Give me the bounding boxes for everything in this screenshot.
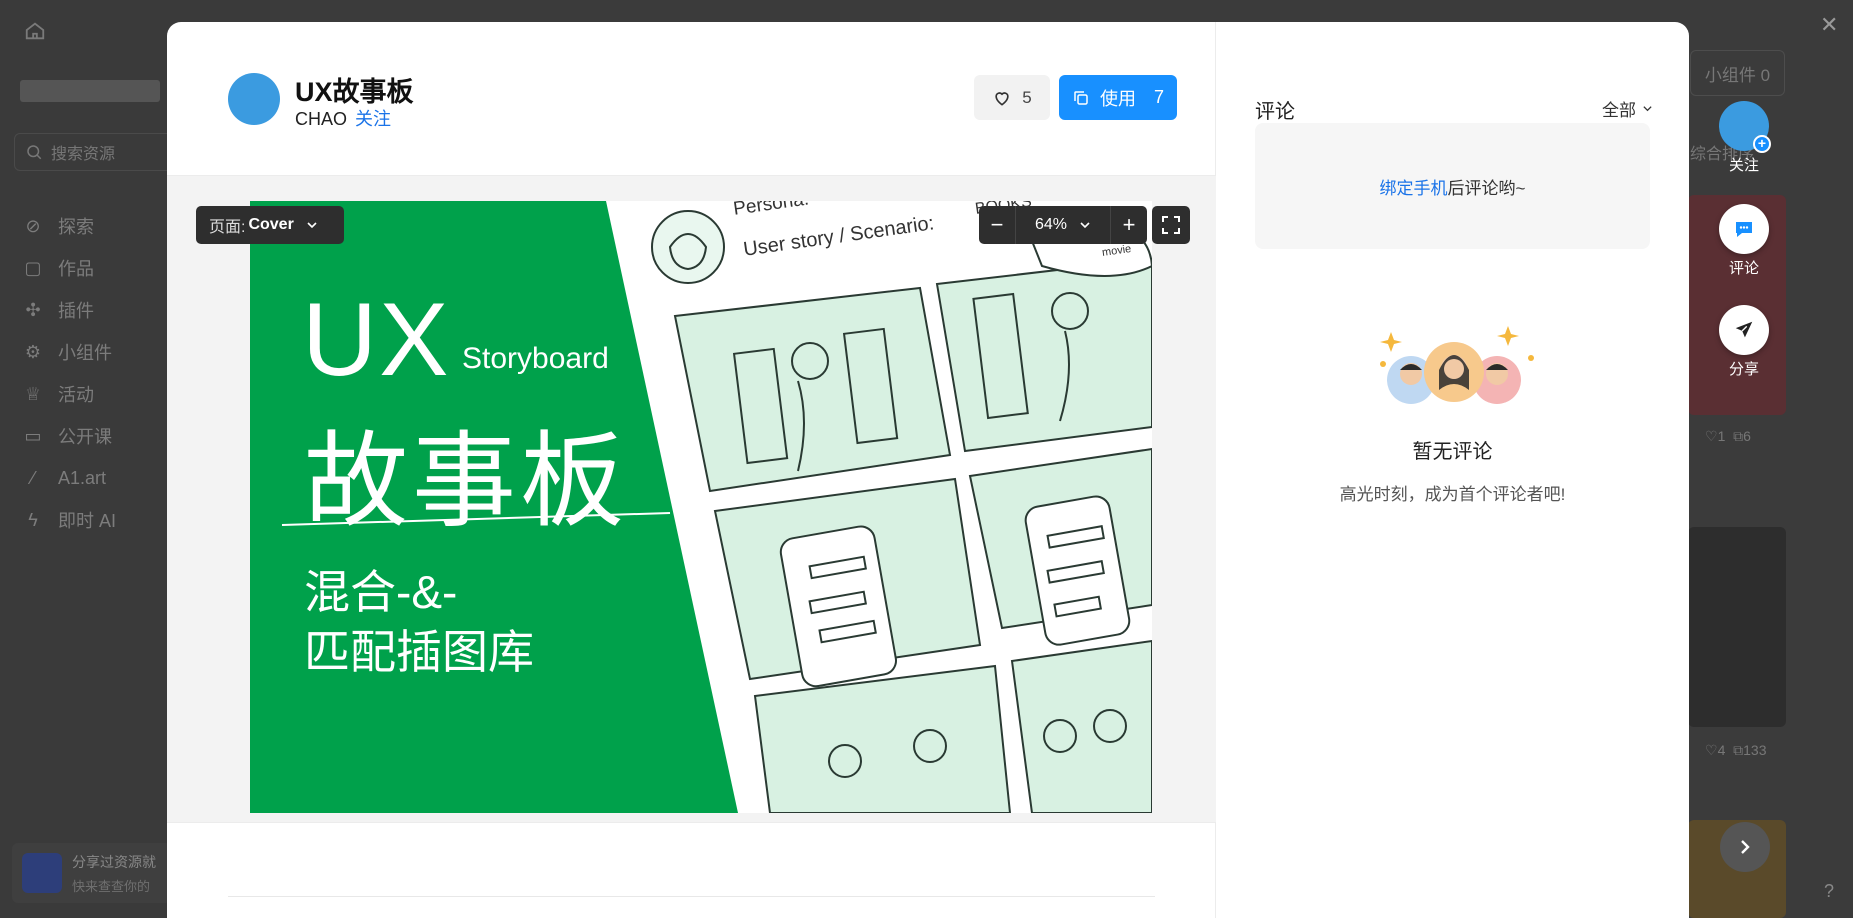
empty-comments-subtitle: 高光时刻，成为首个评论者吧! bbox=[1339, 485, 1566, 504]
puzzle-icon: ✣ bbox=[25, 299, 41, 320]
copy-icon bbox=[1074, 90, 1088, 105]
author-name[interactable]: CHAO bbox=[295, 109, 347, 129]
page-title: UX故事板 bbox=[295, 77, 414, 107]
background-thumbnail[interactable] bbox=[1688, 527, 1786, 727]
next-resource-button[interactable] bbox=[1720, 822, 1770, 872]
zoom-out-button[interactable]: − bbox=[979, 206, 1015, 244]
use-label: 使用 bbox=[1099, 88, 1136, 109]
cover-line-1: 混合-&- bbox=[304, 566, 458, 618]
preview-area: UX Storyboard 故事板 混合-&- 匹配插图库 Persona: U… bbox=[167, 175, 1216, 823]
empty-comments-title: 暂无评论 bbox=[1412, 441, 1493, 463]
nav-label: 探索 bbox=[58, 217, 94, 237]
comments-filter[interactable]: 全部 bbox=[1602, 96, 1653, 121]
help-icon[interactable]: ? bbox=[1814, 876, 1844, 906]
nav-item-events[interactable]: ♕ 活动 bbox=[22, 373, 116, 415]
nav-label: 插件 bbox=[58, 301, 94, 321]
nav-item-plugins[interactable]: ✣ 插件 bbox=[22, 289, 116, 331]
cover-title-cn: 故事板 bbox=[304, 424, 629, 540]
empty-comments-illustration bbox=[1380, 326, 1534, 404]
comment-label: 评论 bbox=[1728, 260, 1759, 277]
nav-label: 即时 AI bbox=[58, 511, 117, 531]
expand-icon bbox=[1162, 216, 1180, 234]
divider bbox=[228, 896, 1155, 897]
planet-icon: ⊘ bbox=[25, 215, 41, 236]
nav-item-works[interactable]: ▢ 作品 bbox=[22, 247, 116, 289]
search-placeholder: 搜索资源 bbox=[51, 146, 116, 163]
cover-title-en: UX bbox=[302, 282, 451, 398]
page-selector-prefix: 页面: bbox=[209, 219, 246, 236]
zoom-in-button[interactable]: + bbox=[1111, 206, 1147, 244]
nav-item-instant-ai[interactable]: ϟ 即时 AI bbox=[22, 499, 116, 541]
user-name-placeholder bbox=[20, 80, 160, 102]
comments-panel: 评论 全部 绑定手机 后评论哟~ 暂无评论 高光时刻，成为首个评论者吧! bbox=[1216, 22, 1689, 918]
banner-subtitle: 快来查查你的 bbox=[72, 878, 151, 894]
nav-label: A1.art bbox=[58, 467, 107, 488]
book-icon: ▭ bbox=[24, 425, 42, 446]
background-card-stats: ♡1 ⧉6 bbox=[1705, 428, 1751, 444]
page-selector[interactable]: 页面: Cover bbox=[196, 206, 344, 244]
nav-item-courses[interactable]: ▭ 公开课 bbox=[22, 415, 116, 457]
avatar: + bbox=[1719, 101, 1771, 153]
fullscreen-button[interactable] bbox=[1152, 206, 1190, 244]
nav-label: 作品 bbox=[58, 259, 94, 279]
share-button[interactable]: 分享 bbox=[1718, 305, 1770, 379]
plus-icon: + bbox=[1753, 135, 1771, 153]
like-button[interactable]: 5 bbox=[974, 75, 1050, 120]
comments-title: 评论 bbox=[1255, 101, 1295, 123]
chevron-down-icon bbox=[307, 222, 317, 229]
nav-item-a1art[interactable]: ⁄ A1.art bbox=[22, 457, 116, 499]
chevron-down-icon bbox=[1643, 106, 1652, 112]
nav-label: 小组件 bbox=[58, 343, 112, 363]
use-button[interactable]: 使用 7 bbox=[1059, 75, 1177, 120]
resource-detail-modal: UX故事板 CHAO 关注 5 使用 7 UX Storyboard 故事板 混… bbox=[167, 22, 1689, 918]
zoom-level: 64% bbox=[1034, 216, 1068, 233]
author-line: CHAO 关注 bbox=[295, 105, 391, 131]
follow-author-button[interactable]: + 关注 bbox=[1718, 101, 1771, 175]
cover-image: UX Storyboard 故事板 混合-&- 匹配插图库 Persona: U… bbox=[250, 201, 1152, 813]
avatar[interactable] bbox=[228, 73, 280, 125]
bind-phone-box: 绑定手机 后评论哟~ bbox=[1255, 123, 1650, 249]
banner-title: 分享过资源就 bbox=[72, 853, 156, 870]
background-nav: ⊘ 探索 ▢ 作品 ✣ 插件 ⚙ 小组件 ♕ 活动 ▭ 公开课 ⁄ A1.art ϟ 即时 AI bbox=[22, 205, 116, 541]
follow-link[interactable]: 关注 bbox=[355, 109, 391, 129]
share-label: 分享 bbox=[1728, 361, 1759, 378]
chat-icon bbox=[1736, 222, 1752, 237]
nav-label: 活动 bbox=[58, 385, 94, 405]
cover-line-2: 匹配插图库 bbox=[304, 626, 534, 678]
page-selector-value: Cover bbox=[248, 216, 294, 233]
share-circle bbox=[1719, 305, 1769, 355]
paper-plane-icon bbox=[1735, 321, 1753, 338]
resource-panel: UX故事板 CHAO 关注 5 使用 7 UX Storyboard 故事板 混… bbox=[167, 22, 1216, 918]
background-card-stats: ♡4 ⧉133 bbox=[1705, 742, 1767, 758]
follow-label: 关注 bbox=[1728, 157, 1759, 174]
trophy-icon: ♕ bbox=[24, 383, 42, 404]
zoom-control: − 64% + bbox=[979, 206, 1147, 244]
like-count: 5 bbox=[1022, 87, 1032, 107]
background-banner[interactable]: 分享过资源就 快来查查你的 bbox=[12, 843, 172, 903]
bind-phone-text: 后评论哟~ bbox=[1447, 178, 1526, 198]
document-icon: ▢ bbox=[24, 257, 42, 278]
chevron-right-icon bbox=[1741, 840, 1750, 854]
nav-item-widgets[interactable]: ⚙ 小组件 bbox=[22, 331, 116, 373]
banner-logo bbox=[22, 853, 62, 893]
search-icon bbox=[27, 145, 42, 160]
nav-item-explore[interactable]: ⊘ 探索 bbox=[22, 205, 116, 247]
heart-icon bbox=[995, 91, 1009, 106]
comment-circle bbox=[1719, 204, 1769, 254]
a1-icon: ⁄ bbox=[31, 467, 35, 488]
chevron-down-icon bbox=[1080, 222, 1090, 229]
cover-subtitle-en: Storyboard bbox=[462, 342, 609, 375]
lightning-icon: ϟ bbox=[28, 509, 38, 530]
use-count: 7 bbox=[1153, 87, 1164, 107]
bind-phone-link[interactable]: 绑定手机 bbox=[1380, 174, 1448, 199]
nav-label: 公开课 bbox=[58, 427, 112, 447]
home-icon[interactable] bbox=[24, 20, 48, 44]
background-widget-button[interactable]: 小组件 0 bbox=[1690, 50, 1785, 96]
comment-button[interactable]: 评论 bbox=[1718, 204, 1770, 278]
zoom-level-select[interactable]: 64% bbox=[1015, 206, 1111, 244]
comments-filter-value: 全部 bbox=[1602, 101, 1636, 120]
close-icon[interactable]: ✕ bbox=[1820, 12, 1838, 38]
gear-icon: ⚙ bbox=[24, 341, 42, 362]
